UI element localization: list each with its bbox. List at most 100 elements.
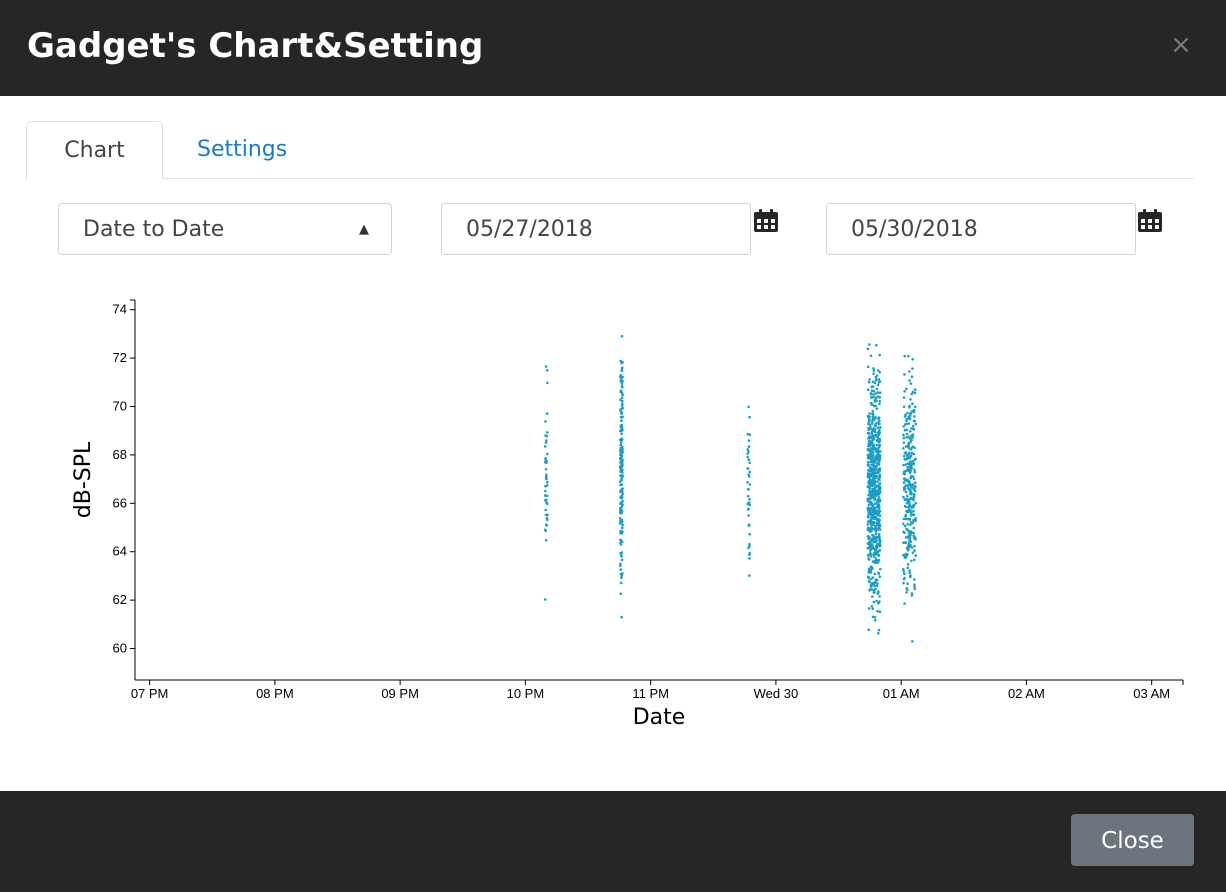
- data-point: [620, 576, 623, 579]
- data-point: [873, 616, 877, 619]
- data-point: [905, 432, 909, 436]
- data-point: [907, 354, 910, 358]
- data-point: [914, 517, 917, 520]
- data-point: [619, 541, 622, 544]
- data-point: [748, 470, 752, 474]
- data-point: [621, 499, 624, 503]
- data-point: [909, 523, 912, 527]
- data-point: [911, 551, 915, 555]
- tab-chart[interactable]: Chart: [26, 121, 163, 180]
- data-point: [871, 438, 875, 442]
- data-point: [543, 445, 547, 448]
- data-point: [544, 441, 548, 444]
- data-point: [871, 523, 875, 527]
- data-point: [909, 411, 913, 415]
- calendar-icon[interactable]: [1137, 208, 1163, 234]
- data-point: [912, 537, 916, 540]
- data-point: [905, 387, 908, 391]
- data-point: [868, 440, 872, 444]
- data-point: [872, 369, 876, 372]
- data-point: [912, 531, 915, 535]
- data-point: [912, 534, 915, 538]
- data-point: [868, 454, 872, 457]
- data-point: [545, 475, 548, 479]
- y-tick-label: 72: [113, 350, 127, 365]
- tab-settings[interactable]: Settings: [197, 121, 287, 178]
- start-date-input[interactable]: 05/27/2018: [441, 203, 751, 255]
- data-point: [545, 484, 549, 487]
- data-point: [872, 591, 876, 594]
- data-point: [867, 513, 871, 516]
- data-point: [620, 335, 624, 338]
- data-point: [874, 416, 877, 420]
- data-point: [875, 450, 879, 453]
- data-point: [546, 502, 549, 505]
- data-point: [912, 409, 915, 412]
- data-point: [875, 374, 879, 377]
- data-point: [874, 502, 877, 505]
- data-point: [908, 539, 912, 542]
- data-point: [878, 482, 882, 485]
- data-point: [902, 522, 905, 526]
- end-date-input[interactable]: 05/30/2018: [826, 203, 1136, 255]
- data-point: [875, 343, 878, 347]
- y-tick-label: 64: [113, 544, 127, 559]
- data-point: [866, 528, 870, 531]
- close-icon[interactable]: ×: [1166, 30, 1196, 60]
- data-point: [912, 518, 915, 522]
- data-point: [618, 517, 622, 520]
- data-point: [875, 527, 878, 530]
- data-point: [870, 516, 874, 519]
- calendar-icon[interactable]: [753, 208, 779, 234]
- data-point: [909, 514, 913, 517]
- data-point: [869, 546, 872, 549]
- data-point: [878, 610, 882, 614]
- data-point: [620, 505, 624, 508]
- data-point: [871, 487, 875, 491]
- data-point: [619, 568, 622, 571]
- data-point: [908, 406, 911, 409]
- data-point: [913, 549, 916, 552]
- data-point: [875, 578, 879, 582]
- data-point: [872, 537, 876, 541]
- data-point: [874, 530, 878, 533]
- data-point: [869, 354, 873, 358]
- data-point: [870, 501, 873, 504]
- data-point: [902, 581, 905, 585]
- data-point: [621, 375, 624, 379]
- data-point: [875, 599, 878, 603]
- data-point: [746, 502, 749, 506]
- data-point: [748, 542, 751, 546]
- data-point: [619, 375, 622, 379]
- data-point: [545, 439, 548, 442]
- data-point: [748, 557, 751, 560]
- data-point: [619, 441, 623, 444]
- data-point: [620, 558, 624, 562]
- data-point: [619, 460, 623, 464]
- data-point: [621, 530, 624, 533]
- data-point: [746, 448, 749, 451]
- data-point: [545, 412, 549, 415]
- data-point: [903, 354, 906, 358]
- range-mode-select[interactable]: Date to Date ▲: [58, 203, 392, 255]
- data-point: [903, 505, 907, 508]
- data-point: [620, 520, 623, 524]
- data-point: [877, 380, 881, 384]
- data-point: [748, 574, 751, 577]
- data-point: [544, 434, 547, 437]
- data-point: [902, 396, 906, 399]
- data-point: [902, 541, 905, 544]
- data-point: [905, 502, 909, 505]
- data-point: [878, 475, 882, 479]
- close-button[interactable]: Close: [1071, 814, 1194, 866]
- data-point: [866, 535, 870, 538]
- data-point: [904, 484, 907, 487]
- data-point: [875, 465, 879, 468]
- data-point: [620, 412, 624, 415]
- data-point: [620, 396, 624, 400]
- data-point: [911, 358, 914, 361]
- data-point: [875, 584, 879, 588]
- data-point: [913, 470, 917, 474]
- data-point: [875, 378, 878, 381]
- data-point: [871, 560, 875, 563]
